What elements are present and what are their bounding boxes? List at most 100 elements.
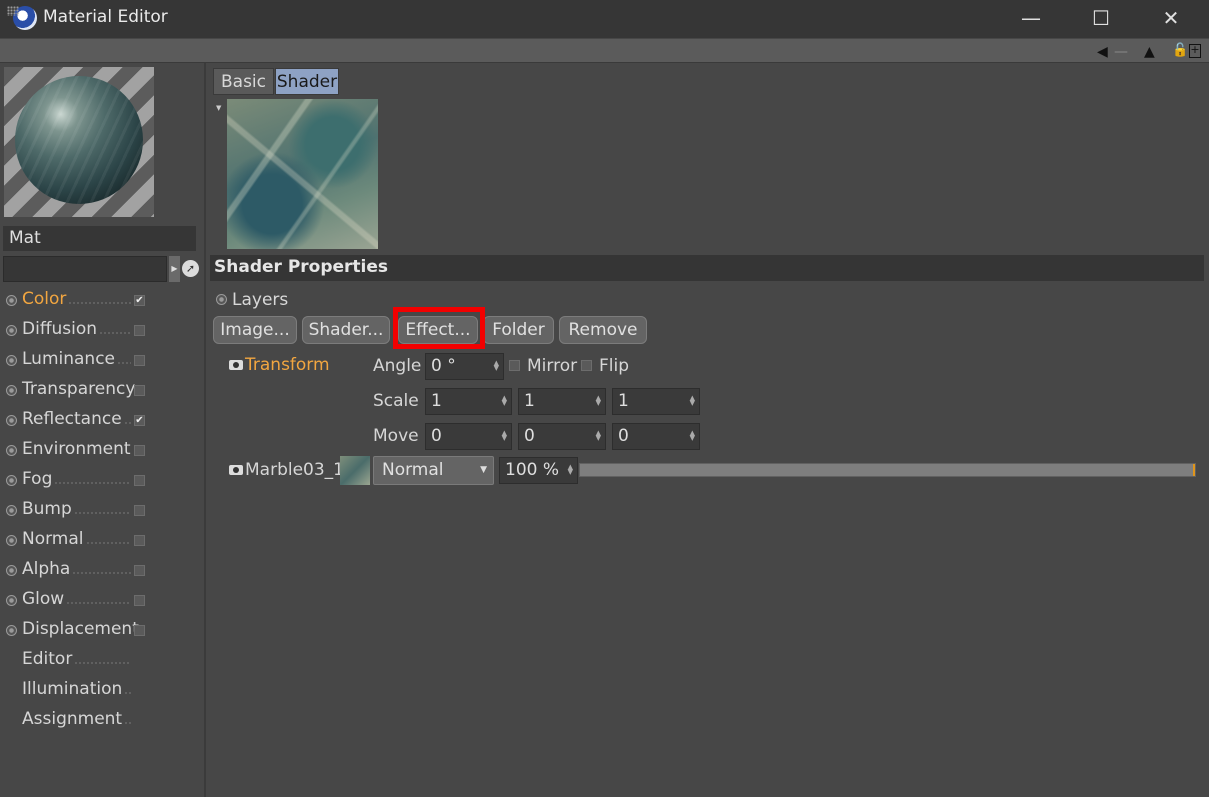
- opacity-slider-handle[interactable]: [1193, 464, 1195, 476]
- channel-label: Assignment: [22, 709, 123, 729]
- scale-z-input[interactable]: 1 ▲ ▼: [612, 388, 700, 415]
- channel-dot-leader: [99, 332, 131, 334]
- channel-item-fog[interactable]: Fog: [0, 466, 206, 496]
- minimize-button[interactable]: —: [996, 0, 1066, 38]
- opacity-slider[interactable]: [579, 463, 1196, 477]
- spinner-icon[interactable]: ▲ ▼: [502, 395, 507, 407]
- grip-icon[interactable]: [7, 6, 19, 16]
- picker-icon[interactable]: ➚: [182, 260, 199, 277]
- channel-label: Environment: [22, 439, 131, 459]
- channel-item-diffusion[interactable]: Diffusion: [0, 316, 206, 346]
- back-arrow-icon[interactable]: ◀: [1097, 44, 1108, 60]
- channel-dot-leader: [72, 572, 131, 574]
- spinner-icon[interactable]: ▲ ▼: [502, 430, 507, 442]
- spinner-icon[interactable]: ▲ ▼: [596, 430, 601, 442]
- remove-button[interactable]: Remove: [559, 316, 647, 344]
- channel-item-color[interactable]: Color ✔: [0, 286, 206, 316]
- channel-item-displacement[interactable]: Displacement: [0, 616, 206, 646]
- material-sphere: [15, 76, 143, 204]
- move-z-input[interactable]: 0 ▲ ▼: [612, 423, 700, 450]
- channel-label: Normal: [22, 529, 84, 549]
- tab-shader[interactable]: Shader: [275, 68, 339, 95]
- channel-checkbox[interactable]: [134, 475, 145, 486]
- channel-radio[interactable]: [6, 475, 17, 486]
- channel-radio[interactable]: [6, 535, 17, 546]
- channel-radio[interactable]: [6, 325, 17, 336]
- scale-label: Scale: [373, 391, 419, 411]
- maximize-button[interactable]: ☐: [1066, 0, 1136, 38]
- channel-label: Diffusion: [22, 319, 98, 339]
- channel-dot-leader: [124, 692, 131, 694]
- channel-checkbox[interactable]: [134, 385, 145, 396]
- folder-button[interactable]: Folder: [483, 316, 554, 344]
- channel-item-alpha[interactable]: Alpha: [0, 556, 206, 586]
- material-preview[interactable]: [4, 67, 154, 217]
- channel-label: Reflectance: [22, 409, 122, 429]
- channel-checkbox[interactable]: [134, 625, 145, 636]
- layer-visibility-eye-icon[interactable]: [229, 465, 243, 475]
- image-button[interactable]: Image...: [213, 316, 297, 344]
- channel-item-luminance[interactable]: Luminance: [0, 346, 206, 376]
- channel-radio[interactable]: [6, 295, 17, 306]
- shader-button[interactable]: Shader...: [302, 316, 390, 344]
- spinner-icon[interactable]: ▲ ▼: [494, 360, 499, 372]
- channel-radio[interactable]: [6, 355, 17, 366]
- scale-y-input[interactable]: 1 ▲ ▼: [518, 388, 606, 415]
- angle-input[interactable]: 0 ° ▲ ▼: [425, 353, 504, 380]
- layers-radio[interactable]: [216, 294, 227, 305]
- spinner-icon[interactable]: ▲ ▼: [568, 464, 573, 476]
- channel-checkbox[interactable]: [134, 565, 145, 576]
- channel-item-editor[interactable]: Editor: [0, 646, 206, 676]
- channel-item-transparency[interactable]: Transparency: [0, 376, 206, 406]
- channel-item-environment[interactable]: Environment: [0, 436, 206, 466]
- forward-arrow-icon[interactable]: —: [1114, 44, 1128, 60]
- lock-icon[interactable]: 🔓: [1172, 43, 1188, 59]
- layer-thumbnail[interactable]: [340, 456, 370, 485]
- up-arrow-icon[interactable]: ▲: [1144, 44, 1155, 60]
- channel-radio[interactable]: [6, 625, 17, 636]
- channel-radio[interactable]: [6, 595, 17, 606]
- channel-label: Displacement: [22, 619, 139, 639]
- move-y-input[interactable]: 0 ▲ ▼: [518, 423, 606, 450]
- spinner-icon[interactable]: ▲ ▼: [690, 430, 695, 442]
- channel-radio[interactable]: [6, 505, 17, 516]
- scale-y-value: 1: [524, 391, 535, 411]
- channel-radio[interactable]: [6, 565, 17, 576]
- channel-item-assignment[interactable]: Assignment: [0, 706, 206, 736]
- channel-radio[interactable]: [6, 445, 17, 456]
- channel-checkbox[interactable]: [134, 535, 145, 546]
- opacity-input[interactable]: 100 % ▲ ▼: [499, 457, 578, 484]
- material-link-field[interactable]: [3, 256, 167, 282]
- move-x-input[interactable]: 0 ▲ ▼: [425, 423, 512, 450]
- layer-name[interactable]: Marble03_1: [245, 460, 344, 480]
- channel-checkbox[interactable]: [134, 505, 145, 516]
- preview-collapse-arrow-icon[interactable]: ▼: [216, 104, 221, 112]
- channel-checkbox[interactable]: [134, 325, 145, 336]
- channel-item-normal[interactable]: Normal: [0, 526, 206, 556]
- channel-checkbox[interactable]: ✔: [134, 295, 145, 306]
- spinner-icon[interactable]: ▲ ▼: [690, 395, 695, 407]
- channel-item-bump[interactable]: Bump: [0, 496, 206, 526]
- transform-label[interactable]: Transform: [245, 355, 330, 375]
- mirror-checkbox[interactable]: [509, 360, 520, 371]
- spinner-icon[interactable]: ▲ ▼: [596, 395, 601, 407]
- channel-checkbox[interactable]: [134, 445, 145, 456]
- channel-checkbox[interactable]: ✔: [134, 415, 145, 426]
- flip-checkbox[interactable]: [581, 360, 592, 371]
- blend-mode-select[interactable]: Normal ▼: [373, 456, 494, 485]
- tab-basic[interactable]: Basic: [213, 68, 274, 95]
- channel-radio[interactable]: [6, 385, 17, 396]
- scale-x-input[interactable]: 1 ▲ ▼: [425, 388, 512, 415]
- channel-checkbox[interactable]: [134, 595, 145, 606]
- link-menu-arrow-icon[interactable]: ▶: [169, 256, 180, 282]
- channel-item-illumination[interactable]: Illumination: [0, 676, 206, 706]
- channel-radio[interactable]: [6, 415, 17, 426]
- visibility-eye-icon[interactable]: [229, 360, 243, 370]
- new-panel-icon[interactable]: +: [1189, 44, 1201, 58]
- channel-item-reflectance[interactable]: Reflectance ✔: [0, 406, 206, 436]
- material-name-field[interactable]: Mat: [3, 226, 196, 251]
- close-button[interactable]: ✕: [1136, 0, 1206, 38]
- channel-item-glow[interactable]: Glow: [0, 586, 206, 616]
- channel-checkbox[interactable]: [134, 355, 145, 366]
- flip-label: Flip: [599, 356, 630, 376]
